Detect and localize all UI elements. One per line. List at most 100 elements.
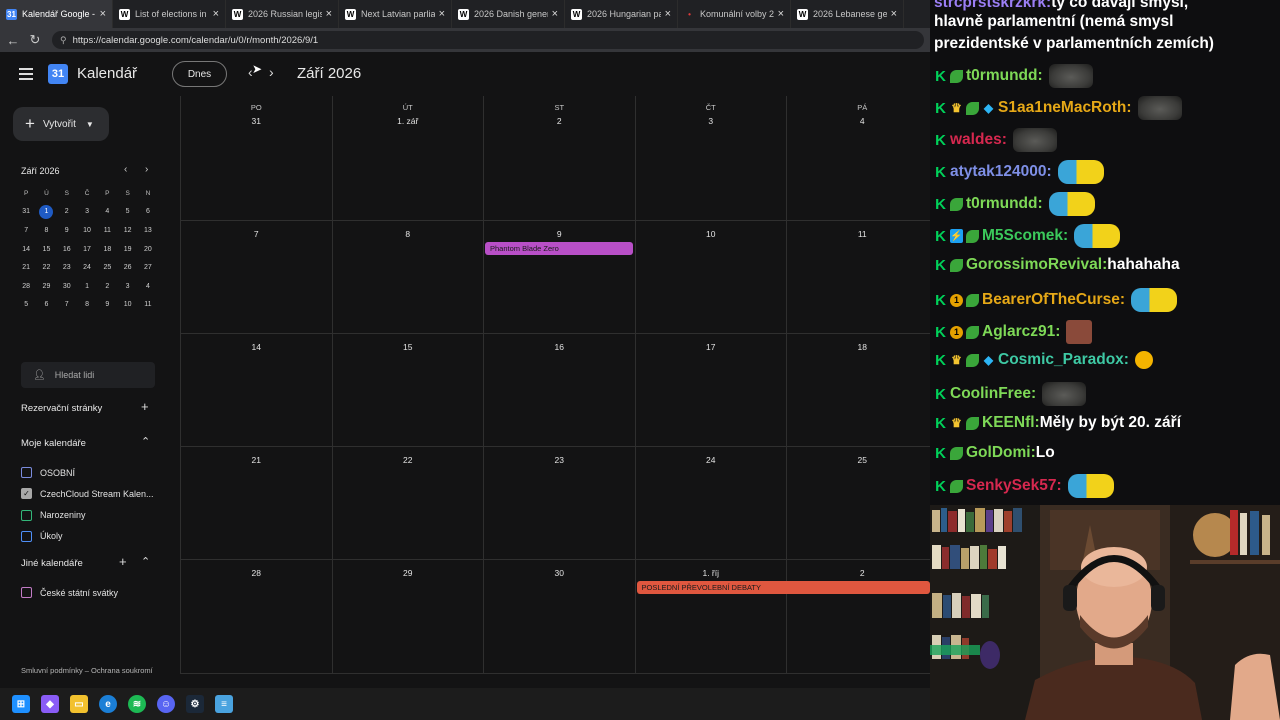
kick-badge-icon[interactable]: K <box>934 352 947 369</box>
collapse-icon[interactable]: ⌃ <box>141 435 150 448</box>
day-cell[interactable]: 15 <box>331 334 484 447</box>
address-bar[interactable]: ⚲ https://calendar.google.com/calendar/u… <box>52 31 924 49</box>
mini-day[interactable]: 12 <box>117 227 137 234</box>
calendar-checkbox[interactable] <box>21 509 32 521</box>
day-number[interactable]: 1. říj <box>636 568 787 578</box>
search-people-input[interactable]: 👤︎ Hledat lidi <box>21 362 155 388</box>
day-number[interactable]: 15 <box>333 342 484 352</box>
chat-username[interactable]: Cosmic_Paradox <box>998 351 1124 369</box>
day-cell[interactable]: 23 <box>483 447 635 560</box>
mini-day[interactable]: 7 <box>57 301 77 308</box>
close-tab-icon[interactable]: × <box>213 8 219 20</box>
crown-badge-icon[interactable]: ♛ <box>950 416 963 430</box>
day-number[interactable]: 23 <box>484 455 635 465</box>
mini-day[interactable]: 3 <box>117 283 137 290</box>
tier-one-badge-icon[interactable]: 1 <box>950 293 963 307</box>
day-cell[interactable]: 17 <box>634 334 787 447</box>
mini-day[interactable]: 10 <box>77 227 97 234</box>
add-booking-page-icon[interactable]: + <box>141 399 149 414</box>
day-number[interactable]: 2 <box>484 116 635 126</box>
day-cell[interactable]: 1. říj <box>634 560 787 674</box>
mini-day[interactable]: 8 <box>77 301 97 308</box>
mini-day[interactable]: 28 <box>16 283 36 290</box>
day-number[interactable]: 3 <box>636 116 787 126</box>
kick-badge-icon[interactable]: K <box>934 164 947 181</box>
mini-day[interactable]: 2 <box>57 208 77 215</box>
mini-prev-icon[interactable]: ‹ <box>124 164 127 175</box>
mini-day[interactable]: 3 <box>77 208 97 215</box>
mini-day[interactable]: 2 <box>97 283 117 290</box>
leaf-badge-icon[interactable] <box>966 325 979 339</box>
gem-badge-icon[interactable]: ◆ <box>982 101 995 115</box>
day-number[interactable]: 14 <box>181 342 332 352</box>
day-number[interactable]: 31 <box>181 116 332 126</box>
create-button[interactable]: + Vytvořit ▼ <box>13 107 109 141</box>
day-cell[interactable]: 22 <box>331 447 483 560</box>
leaf-badge-icon[interactable] <box>966 416 979 430</box>
browser-tab[interactable]: W 2026 Hungarian parli × <box>565 0 678 28</box>
app-name[interactable]: Kalendář <box>77 65 137 82</box>
day-number[interactable]: 24 <box>636 455 787 465</box>
day-number[interactable]: 8 <box>333 229 484 239</box>
chat-username[interactable]: S1aa1neMacRoth <box>998 99 1126 117</box>
leaf-badge-icon[interactable] <box>950 69 963 83</box>
day-number[interactable]: 29 <box>333 568 484 578</box>
close-tab-icon[interactable]: × <box>552 8 558 20</box>
mini-next-icon[interactable]: › <box>145 164 148 175</box>
calendar-event[interactable]: Phantom Blade Zero <box>485 242 633 255</box>
chat-username[interactable]: GolDomi <box>966 444 1031 462</box>
mini-day[interactable]: 8 <box>36 227 56 234</box>
notepad-icon[interactable]: ≡ <box>215 695 233 713</box>
calendar-list-item[interactable]: České státní svátky <box>21 587 118 598</box>
day-number[interactable]: 21 <box>181 455 332 465</box>
calendar-list-item[interactable]: Narozeniny <box>21 509 86 521</box>
mini-day[interactable]: 27 <box>138 264 158 271</box>
booking-pages-title[interactable]: Rezervační stránky <box>21 403 102 414</box>
close-tab-icon[interactable]: × <box>326 8 332 20</box>
chat-username[interactable]: M5Scomek <box>982 227 1063 245</box>
kick-badge-icon[interactable]: K <box>934 132 947 149</box>
close-tab-icon[interactable]: × <box>439 8 445 20</box>
day-number[interactable]: 17 <box>636 342 787 352</box>
chat-username[interactable]: strcprstskrzkrk <box>934 0 1046 12</box>
day-cell[interactable]: 7 <box>180 221 332 334</box>
day-number[interactable]: 9 <box>484 229 635 239</box>
mini-day[interactable]: 4 <box>97 208 117 215</box>
terms-footer[interactable]: Smluvní podmínky – Ochrana soukromí <box>21 666 153 675</box>
mini-day[interactable]: 18 <box>97 246 117 253</box>
leaf-badge-icon[interactable] <box>950 197 963 211</box>
windows-start-icon[interactable]: ⊞ <box>12 695 30 713</box>
mini-day[interactable]: 30 <box>57 283 77 290</box>
kick-badge-icon[interactable]: K <box>934 257 947 274</box>
other-calendars-title[interactable]: Jiné kalendáře <box>21 558 83 569</box>
browser-tab[interactable]: 31 Kalendář Google - září × <box>0 0 113 28</box>
bolt-badge-icon[interactable]: ⚡ <box>950 229 963 243</box>
browser-tab[interactable]: • Komunální volby 202 × <box>678 0 791 28</box>
add-other-calendar-icon[interactable]: + <box>119 554 127 569</box>
spotify-icon[interactable]: ≋ <box>128 695 146 713</box>
day-cell[interactable]: 10 <box>634 221 786 334</box>
chat-username[interactable]: CoolinFree <box>950 385 1031 403</box>
day-number[interactable]: 25 <box>787 455 938 465</box>
chat-username[interactable]: KEENfl <box>982 414 1035 432</box>
day-cell[interactable]: 16 <box>483 334 635 447</box>
mini-day[interactable]: 9 <box>57 227 77 234</box>
day-cell[interactable]: 25 <box>786 447 938 560</box>
mini-day[interactable]: 9 <box>97 301 117 308</box>
chat-username[interactable]: SenkySek57 <box>966 477 1057 495</box>
browser-tab[interactable]: W Next Latvian parliame × <box>339 0 452 28</box>
mini-day[interactable]: 24 <box>77 264 97 271</box>
day-cell[interactable]: 8 <box>331 221 484 334</box>
kick-badge-icon[interactable]: K <box>934 386 947 403</box>
tier-one-badge-icon[interactable]: 1 <box>950 325 963 339</box>
mini-day[interactable]: 29 <box>36 283 56 290</box>
kick-badge-icon[interactable]: K <box>934 415 947 432</box>
mini-day[interactable]: 1 <box>36 204 56 219</box>
leaf-badge-icon[interactable] <box>950 258 963 272</box>
leaf-badge-icon[interactable] <box>966 229 979 243</box>
browser-tab[interactable]: W 2026 Lebanese gener × <box>791 0 904 28</box>
day-cell[interactable]: 24 <box>634 447 787 560</box>
discord-icon[interactable]: ☺ <box>157 695 175 713</box>
day-cell[interactable]: PÁ 4 <box>786 96 938 221</box>
today-button[interactable]: Dnes <box>172 61 227 87</box>
